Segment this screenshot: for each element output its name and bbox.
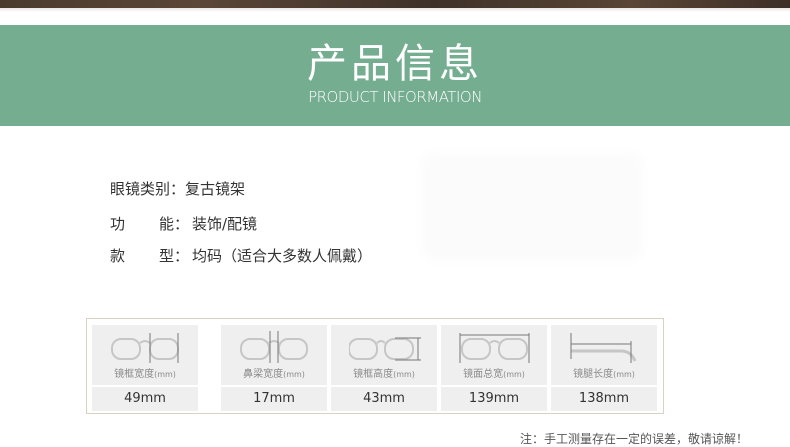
measure-caption: 镜腿长度(mm) bbox=[551, 368, 657, 382]
measure-name: 镜框宽度 bbox=[114, 369, 155, 380]
measure-name: 镜面总宽 bbox=[463, 369, 504, 380]
function-label-b: 能： bbox=[159, 215, 190, 233]
measure-cell-lens-width: 镜框宽度(mm) 49mm bbox=[92, 325, 198, 411]
banner-title: 产品信息 bbox=[307, 41, 483, 87]
measure-cell-lens-height: 镜框高度(mm) 43mm bbox=[331, 325, 437, 411]
style-value: 均码（适合大多数人佩戴） bbox=[192, 247, 373, 265]
measurement-table: 镜框宽度(mm) 49mm 鼻梁宽度(mm) 17mm 镜框高度(mm) 43m… bbox=[86, 318, 664, 414]
style-label-a: 款 bbox=[110, 247, 126, 265]
measurement-note: 注：手工测量存在一定的误差，敬请谅解！ bbox=[520, 432, 749, 446]
lens-width-icon bbox=[111, 333, 179, 363]
info-row-function: 功 能： 装饰/配镜 bbox=[110, 213, 257, 235]
measure-cell-frame-total-width: 镜面总宽(mm) 139mm bbox=[441, 325, 547, 411]
measure-cell-bridge-width: 鼻梁宽度(mm) 17mm bbox=[221, 325, 327, 411]
lens-height-icon bbox=[349, 337, 421, 361]
measure-cell-temple-length: 镜腿长度(mm) 138mm bbox=[551, 325, 657, 411]
measure-name: 镜框高度 bbox=[353, 369, 394, 380]
measure-value: 138mm bbox=[551, 387, 657, 411]
info-row-style: 款 型： 均码（适合大多数人佩戴） bbox=[110, 245, 372, 267]
function-label-a: 功 bbox=[110, 215, 126, 233]
measure-cell-top: 镜框高度(mm) bbox=[331, 325, 437, 385]
function-value: 装饰/配镜 bbox=[192, 215, 258, 233]
measure-cell-top: 镜面总宽(mm) bbox=[441, 325, 547, 385]
measure-caption: 镜框宽度(mm) bbox=[92, 368, 198, 382]
measure-caption: 镜面总宽(mm) bbox=[441, 368, 547, 382]
top-photo-strip bbox=[0, 0, 790, 8]
banner-subtitle: PRODUCT INFORMATION bbox=[308, 88, 482, 106]
measure-name: 镜腿长度 bbox=[573, 369, 614, 380]
style-label-b: 型： bbox=[159, 247, 190, 265]
info-row-category: 眼镜类别：复古镜架 bbox=[110, 178, 245, 200]
measure-cell-top: 镜框宽度(mm) bbox=[92, 325, 198, 385]
category-value: 复古镜架 bbox=[185, 180, 246, 198]
category-label: 眼镜类别： bbox=[110, 180, 186, 198]
measure-value: 43mm bbox=[331, 387, 437, 411]
faint-placeholder-box bbox=[428, 160, 636, 254]
frame-total-width-icon bbox=[459, 333, 530, 363]
measure-value: 17mm bbox=[221, 387, 327, 411]
measure-unit: (mm) bbox=[283, 370, 305, 379]
measure-caption: 镜框高度(mm) bbox=[331, 368, 437, 382]
measure-cell-top: 鼻梁宽度(mm) bbox=[221, 325, 327, 385]
measure-unit: (mm) bbox=[613, 370, 635, 379]
measure-cell-top: 镜腿长度(mm) bbox=[551, 325, 657, 385]
measure-value: 49mm bbox=[92, 387, 198, 411]
strip-shadow bbox=[0, 8, 790, 12]
measure-value: 139mm bbox=[441, 387, 547, 411]
measure-name: 鼻梁宽度 bbox=[243, 369, 284, 380]
section-banner: 产品信息 PRODUCT INFORMATION bbox=[0, 25, 790, 126]
measure-unit: (mm) bbox=[393, 370, 415, 379]
measure-caption: 鼻梁宽度(mm) bbox=[221, 368, 327, 382]
measure-unit: (mm) bbox=[503, 370, 525, 379]
bridge-width-icon bbox=[240, 331, 308, 363]
measure-unit: (mm) bbox=[154, 370, 176, 379]
temple-length-icon bbox=[570, 333, 637, 363]
